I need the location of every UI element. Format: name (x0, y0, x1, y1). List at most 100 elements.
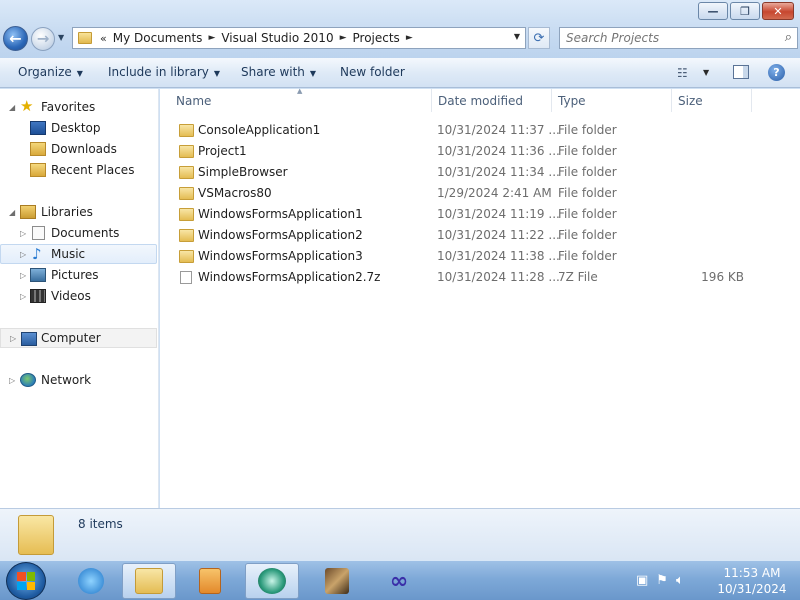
file-row[interactable]: VSMacros80 1/29/2024 2:41 AM File folder (175, 183, 775, 203)
collapse-arrow-icon[interactable]: ◢ (9, 103, 15, 112)
breadcrumb-separator-icon[interactable]: ► (406, 33, 413, 43)
expand-arrow-icon[interactable]: ▷ (10, 334, 16, 343)
expand-arrow-icon[interactable]: ▷ (9, 376, 15, 385)
nav-item-documents[interactable]: ▷ Documents (0, 223, 157, 243)
file-type: File folder (558, 228, 617, 242)
computer-icon (21, 332, 37, 346)
taskbar-internet-explorer[interactable] (64, 563, 118, 599)
back-button[interactable]: ← (3, 26, 28, 51)
videos-icon (30, 289, 46, 303)
close-icon: ✕ (773, 4, 783, 18)
share-with-button[interactable]: Share with ▼ (241, 65, 316, 79)
taskbar-windows-explorer[interactable] (122, 563, 176, 599)
nav-item-desktop[interactable]: Desktop (0, 118, 157, 138)
nav-item-videos[interactable]: ▷ Videos (0, 286, 157, 306)
nav-item-computer[interactable]: ▷ Computer (0, 328, 157, 348)
breadcrumb-separator-icon[interactable]: ► (208, 33, 215, 43)
taskbar-archive-app[interactable] (310, 563, 364, 599)
search-icon[interactable]: ⌕ (785, 30, 792, 45)
file-date-modified: 10/31/2024 11:37 ... (437, 123, 560, 137)
folder-icon (78, 32, 92, 44)
nav-item-favorites[interactable]: ◢ ★ Favorites (0, 97, 157, 117)
file-row[interactable]: ConsoleApplication1 10/31/2024 11:37 ... F… (175, 120, 775, 140)
nav-item-label: Network (41, 373, 92, 387)
file-row[interactable]: Project1 10/31/2024 11:36 ... File folder (175, 141, 775, 161)
share-with-label: Share with (241, 65, 305, 79)
expand-arrow-icon[interactable]: ▷ (20, 292, 26, 301)
file-size: 196 KB (701, 270, 744, 284)
expand-arrow-icon[interactable]: ▷ (20, 250, 26, 259)
clock[interactable]: 11:53 AM 10/31/2024 (712, 565, 792, 597)
taskbar-visual-studio[interactable]: ∞ (372, 563, 426, 599)
breadcrumb-projects[interactable]: Projects (353, 31, 400, 45)
search-box: ⌕ (559, 27, 798, 49)
include-in-library-label: Include in library (108, 65, 209, 79)
folder-icon (179, 166, 194, 179)
new-folder-label: New folder (340, 65, 405, 79)
chevron-down-icon: ▼ (309, 69, 317, 78)
file-date-modified: 10/31/2024 11:28 ... (437, 270, 560, 284)
folder-icon (179, 208, 194, 221)
organize-button[interactable]: Organize ▼ (18, 65, 83, 79)
nav-item-pictures[interactable]: ▷ Pictures (0, 265, 157, 285)
file-list: ConsoleApplication1 10/31/2024 11:37 ... F… (160, 112, 800, 508)
windows-explorer-icon (135, 568, 163, 594)
action-center-flag-icon[interactable]: ⚑ (656, 573, 668, 588)
nav-item-network[interactable]: ▷ Network (0, 370, 157, 390)
collapse-arrow-icon[interactable]: ◢ (9, 208, 15, 217)
file-type: File folder (558, 123, 617, 137)
minimize-icon: — (707, 4, 719, 18)
breadcrumb-separator-icon[interactable]: ► (340, 33, 347, 43)
breadcrumb-overflow[interactable]: « (100, 32, 107, 45)
file-row[interactable]: WindowsFormsApplication2 10/31/2024 11:22… (175, 225, 775, 245)
start-button[interactable] (6, 562, 46, 600)
volume-icon[interactable]: 🔈︎ (676, 573, 684, 588)
file-row[interactable]: WindowsFormsApplication2.7z 10/31/2024 11… (175, 267, 775, 287)
file-date-modified: 1/29/2024 2:41 AM (437, 186, 552, 200)
file-type: File folder (558, 186, 617, 200)
taskbar-media-player[interactable] (183, 563, 237, 599)
new-folder-button[interactable]: New folder (340, 65, 405, 79)
green-orb-app-icon (258, 568, 286, 594)
window-chrome: — ❐ ✕ ← → ▼ « My Documents ► Visual Stud… (0, 0, 800, 58)
help-icon[interactable]: ? (768, 64, 785, 81)
breadcrumb-my-documents[interactable]: My Documents (113, 31, 203, 45)
nav-item-label: Favorites (41, 100, 96, 114)
file-row[interactable]: SimpleBrowser 10/31/2024 11:34 ... File fo… (175, 162, 775, 182)
file-row[interactable]: WindowsFormsApplication1 10/31/2024 11:19… (175, 204, 775, 224)
folder-icon (179, 124, 194, 137)
nav-item-music[interactable]: ▷ ♪ Music (0, 244, 157, 264)
search-input[interactable] (566, 28, 766, 48)
file-row[interactable]: WindowsFormsApplication3 10/31/2024 11:38… (175, 246, 775, 266)
forward-button[interactable]: → (31, 27, 55, 51)
recent-pages-dropdown-icon[interactable]: ▼ (58, 33, 64, 42)
preview-pane-icon[interactable] (733, 65, 749, 79)
breadcrumb-visual-studio-2010[interactable]: Visual Studio 2010 (221, 31, 333, 45)
nav-item-downloads[interactable]: Downloads (0, 139, 157, 159)
change-view-icon[interactable]: ☷ (677, 66, 688, 80)
nav-item-libraries[interactable]: ◢ Libraries (0, 202, 157, 222)
window-controls: — ❐ ✕ (698, 2, 794, 20)
address-dropdown-icon[interactable]: ▼ (514, 32, 520, 41)
maximize-button[interactable]: ❐ (730, 2, 760, 20)
network-status-icon[interactable]: ▣ (636, 573, 648, 588)
nav-item-label: Computer (41, 331, 101, 345)
column-headers: Name Date modified Type Size (160, 89, 800, 112)
file-date-modified: 10/31/2024 11:22 ... (437, 228, 560, 242)
column-header-label: Date modified (438, 93, 524, 108)
close-button[interactable]: ✕ (762, 2, 794, 20)
nav-item-recent-places[interactable]: Recent Places (0, 160, 157, 180)
refresh-button[interactable]: ⟳ (528, 27, 550, 49)
expand-arrow-icon[interactable]: ▷ (20, 271, 26, 280)
column-header-date-modified[interactable]: Date modified (432, 89, 552, 112)
column-header-size[interactable]: Size (672, 89, 752, 112)
pictures-icon (30, 268, 46, 282)
file-name: WindowsFormsApplication2 (198, 228, 363, 242)
minimize-button[interactable]: — (698, 2, 728, 20)
column-header-type[interactable]: Type (552, 89, 672, 112)
include-in-library-button[interactable]: Include in library ▼ (108, 65, 220, 79)
expand-arrow-icon[interactable]: ▷ (20, 229, 26, 238)
address-bar[interactable]: « My Documents ► Visual Studio 2010 ► Pr… (72, 27, 526, 49)
taskbar-app-green-orb[interactable] (245, 563, 299, 599)
view-options-dropdown-icon[interactable]: ▼ (703, 68, 709, 77)
